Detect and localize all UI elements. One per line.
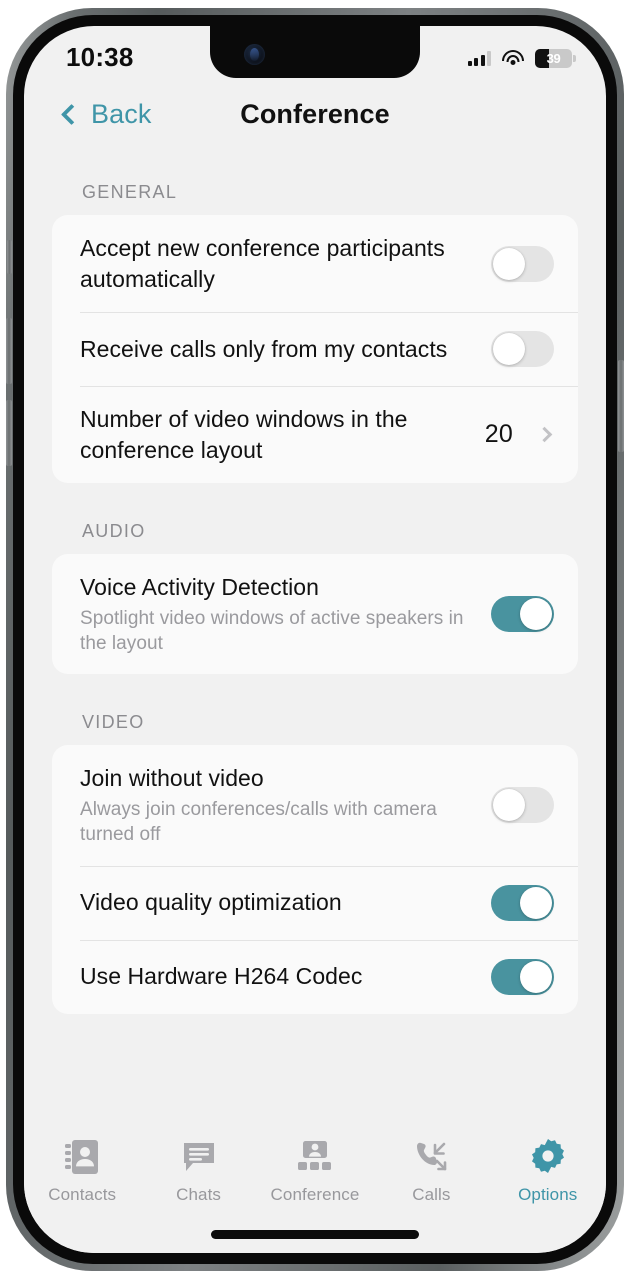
tab-label: Conference	[270, 1185, 360, 1204]
power-button[interactable]	[618, 360, 624, 452]
chevron-left-icon	[60, 103, 83, 125]
front-camera-icon	[244, 44, 265, 65]
phone-screen: 10:38 39 Back Conference GENERAL Accept …	[24, 26, 606, 1253]
settings-card: Accept new conference participants autom…	[52, 215, 578, 484]
status-time: 10:38	[66, 41, 134, 72]
phone-frame: 10:38 39 Back Conference GENERAL Accept …	[6, 8, 624, 1271]
home-indicator[interactable]	[211, 1230, 419, 1239]
tab-chats[interactable]: Chats	[140, 1138, 256, 1205]
row-join-without-video[interactable]: Join without video Always join conference…	[52, 745, 578, 865]
tab-options[interactable]: Options	[490, 1138, 606, 1205]
row-video-quality-optimization[interactable]: Video quality optimization	[52, 865, 578, 940]
volume-up-button[interactable]	[6, 318, 12, 384]
row-title: Join without video	[80, 765, 264, 792]
row-number-of-video-windows[interactable]: Number of video windows in the conferenc…	[52, 386, 578, 483]
settings-card: Join without video Always join conference…	[52, 745, 578, 1014]
section-header-audio: AUDIO	[82, 521, 146, 542]
tab-label: Chats	[176, 1185, 222, 1204]
row-subtitle: Always join conferences/calls with camer…	[80, 799, 437, 846]
phone-arrows-icon	[414, 1138, 448, 1176]
tab-conference[interactable]: Conference	[257, 1138, 373, 1205]
section-header-video: VIDEO	[82, 712, 145, 733]
tab-calls[interactable]: Calls	[373, 1138, 489, 1205]
chat-bubble-icon	[182, 1138, 216, 1176]
status-indicators: 39	[467, 48, 576, 68]
row-title: Receive calls only from my contacts	[80, 335, 448, 362]
row-value: 20	[484, 420, 513, 449]
toggle-knob	[520, 886, 552, 919]
row-title: Voice Activity Detection	[80, 574, 319, 601]
toggle-knob	[493, 333, 525, 366]
toggle-knob	[520, 598, 552, 631]
back-button[interactable]: Back	[60, 98, 152, 130]
row-text: Use Hardware H264 Codec	[80, 961, 477, 992]
row-text: Join without video Always join conference…	[80, 763, 477, 847]
tab-label: Options	[518, 1185, 578, 1204]
notch	[210, 26, 420, 78]
row-text: Number of video windows in the conferenc…	[80, 404, 471, 465]
tab-contacts[interactable]: Contacts	[24, 1138, 140, 1205]
tab-label: Calls	[412, 1185, 451, 1204]
row-title: Use Hardware H264 Codec	[80, 963, 363, 990]
toggle-knob	[493, 247, 525, 280]
toggle-video-quality-optimization[interactable]	[491, 884, 554, 921]
row-title: Video quality optimization	[80, 889, 342, 916]
settings-card: Voice Activity Detection Spotlight video …	[52, 554, 578, 675]
row-accept-new-participants[interactable]: Accept new conference participants autom…	[52, 215, 578, 312]
toggle-knob	[493, 789, 525, 822]
contacts-book-icon	[65, 1138, 99, 1176]
row-text: Accept new conference participants autom…	[80, 233, 477, 294]
toggle-accept-new-participants[interactable]	[491, 245, 554, 282]
navigation-bar: Back Conference	[24, 84, 606, 144]
conference-grid-icon	[297, 1138, 333, 1176]
toggle-use-hardware-h264-codec[interactable]	[491, 958, 554, 995]
row-subtitle: Spotlight video windows of active speake…	[80, 607, 464, 655]
back-button-label: Back	[91, 98, 152, 129]
wifi-icon	[502, 50, 524, 66]
section-header-general: GENERAL	[82, 182, 178, 202]
chevron-right-icon	[536, 426, 553, 443]
volume-down-button[interactable]	[6, 400, 12, 466]
cellular-bars-icon	[467, 50, 491, 66]
settings-list: GENERAL Accept new conference participant…	[24, 144, 606, 1120]
row-text: Video quality optimization	[80, 887, 477, 918]
toggle-join-without-video[interactable]	[491, 787, 554, 824]
toggle-receive-calls-my-contacts[interactable]	[491, 331, 554, 368]
tab-label: Contacts	[48, 1185, 117, 1204]
toggle-voice-activity-detection[interactable]	[491, 596, 554, 633]
toggle-knob	[520, 960, 552, 993]
silent-switch-button[interactable]	[7, 240, 12, 274]
row-text: Voice Activity Detection Spotlight video …	[80, 572, 477, 656]
row-title: Number of video windows in the conferenc…	[80, 406, 408, 463]
row-title: Accept new conference participants autom…	[80, 235, 445, 292]
row-use-hardware-h264-codec[interactable]: Use Hardware H264 Codec	[52, 939, 578, 1014]
battery-icon: 39	[535, 48, 576, 68]
gear-icon	[530, 1138, 566, 1176]
battery-percent: 39	[546, 50, 561, 66]
row-voice-activity-detection[interactable]: Voice Activity Detection Spotlight video …	[52, 554, 578, 674]
row-text: Receive calls only from my contacts	[80, 334, 477, 365]
phone-bezel: 10:38 39 Back Conference GENERAL Accept …	[13, 15, 617, 1264]
row-receive-calls-my-contacts[interactable]: Receive calls only from my contacts	[52, 312, 578, 386]
